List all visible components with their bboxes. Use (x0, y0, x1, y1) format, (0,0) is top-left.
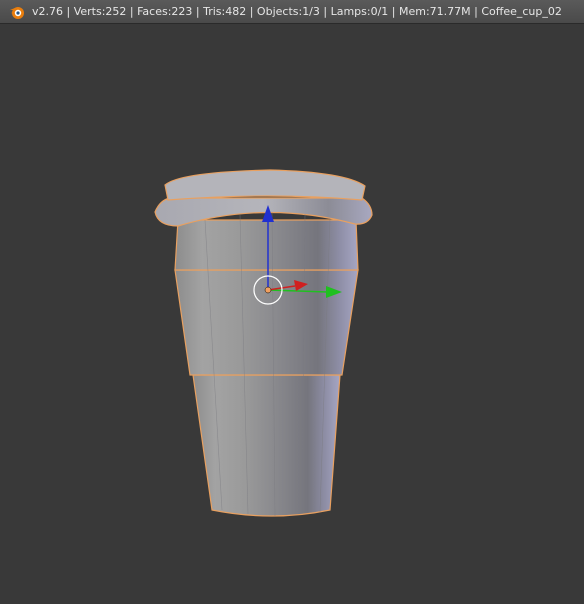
object-origin-point (264, 286, 272, 294)
scene-statistics-text: v2.76 | Verts:252 | Faces:223 | Tris:482… (32, 5, 562, 18)
info-header: v2.76 | Verts:252 | Faces:223 | Tris:482… (0, 0, 584, 24)
blender-logo-icon[interactable] (6, 1, 28, 23)
viewport-canvas[interactable] (0, 24, 584, 604)
3d-viewport[interactable] (0, 24, 584, 604)
